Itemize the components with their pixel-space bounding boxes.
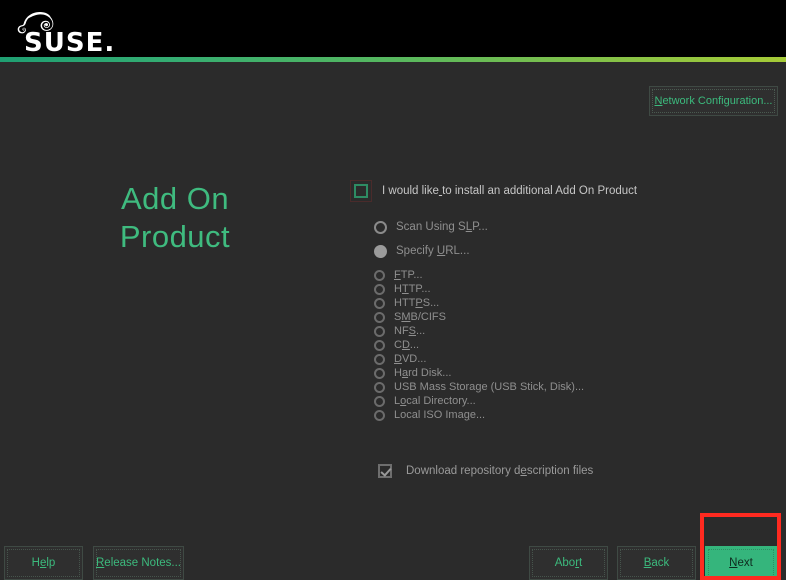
back-button[interactable]: Back [617, 546, 696, 580]
addon-product-checkbox-label: I would like to install an additional Ad… [382, 185, 637, 197]
source-radio-label: Local ISO Image... [394, 409, 485, 421]
source-radio-scan-using-slp[interactable]: Scan Using SLP... [374, 220, 714, 234]
source-radio-label: Hard Disk... [394, 367, 451, 379]
radio-ring-icon[interactable] [374, 270, 385, 281]
radio-ring-icon[interactable] [374, 382, 385, 393]
help-button-label: Help [32, 557, 56, 569]
radio-ring-icon[interactable] [374, 354, 385, 365]
network-configuration-button[interactable]: Network Configuration... [649, 86, 778, 116]
footer-button-bar: Help Release Notes... Abort Back Next [0, 544, 786, 580]
source-radio-hard-disk[interactable]: Hard Disk... [374, 366, 714, 380]
page-title-line2: Product [28, 218, 322, 256]
source-radio-local-iso-image[interactable]: Local ISO Image... [374, 408, 714, 422]
page-title: Add On Product [28, 180, 322, 256]
source-radio-label: Scan Using SLP... [396, 221, 488, 233]
download-repo-checkbox[interactable] [378, 464, 392, 478]
page-title-line1: Add On [28, 180, 322, 218]
source-radio-dvd[interactable]: DVD... [374, 352, 714, 366]
source-radio-label: NFS... [394, 325, 425, 337]
source-radio-label: Local Directory... [394, 395, 476, 407]
addon-product-checkbox-row[interactable]: I would like to install an additional Ad… [350, 180, 637, 202]
radio-filled-icon[interactable] [374, 245, 387, 258]
radio-ring-icon[interactable] [374, 410, 385, 421]
network-configuration-label: Network Configuration... [654, 95, 772, 107]
source-radio-https[interactable]: HTTPS... [374, 296, 714, 310]
release-notes-button-label: Release Notes... [96, 557, 181, 569]
suse-logo: SUSE. [10, 8, 170, 52]
radio-ring-icon[interactable] [374, 221, 387, 234]
next-button-label: Next [729, 557, 753, 569]
source-radio-label: FTP... [394, 269, 423, 281]
radio-ring-icon[interactable] [374, 312, 385, 323]
help-button[interactable]: Help [4, 546, 83, 580]
app-header: SUSE. [0, 0, 786, 57]
back-button-label: Back [644, 557, 670, 569]
source-radio-label: HTTP... [394, 283, 431, 295]
radio-ring-icon[interactable] [374, 284, 385, 295]
radio-ring-icon[interactable] [374, 396, 385, 407]
download-repo-checkbox-row[interactable]: Download repository description files [374, 460, 593, 482]
source-radio-smb-cifs[interactable]: SMB/CIFS [374, 310, 714, 324]
focus-outline [350, 180, 372, 202]
source-radio-nfs[interactable]: NFS... [374, 324, 714, 338]
source-radio-label: HTTPS... [394, 297, 439, 309]
next-button[interactable]: Next [705, 546, 777, 580]
abort-button[interactable]: Abort [529, 546, 608, 580]
source-radio-label: SMB/CIFS [394, 311, 446, 323]
source-radio-label: USB Mass Storage (USB Stick, Disk)... [394, 381, 584, 393]
release-notes-button[interactable]: Release Notes... [93, 546, 184, 580]
source-radio-ftp[interactable]: FTP... [374, 268, 714, 282]
download-repo-checkbox-label: Download repository description files [406, 465, 593, 477]
source-radio-group[interactable]: Scan Using SLP... Specify URL... FTP... HTT… [374, 220, 714, 422]
abort-button-label: Abort [555, 557, 583, 569]
source-radio-cd[interactable]: CD... [374, 338, 714, 352]
source-radio-label: Specify URL... [396, 245, 470, 257]
source-radio-usb-mass-storage-usb-stick-disk[interactable]: USB Mass Storage (USB Stick, Disk)... [374, 380, 714, 394]
main-content: Network Configuration... Add On Product … [0, 62, 786, 580]
source-radio-specify-url[interactable]: Specify URL... [374, 244, 714, 258]
source-radio-label: CD... [394, 339, 419, 351]
radio-ring-icon[interactable] [374, 340, 385, 351]
focus-outline [374, 460, 396, 482]
source-radio-http[interactable]: HTTP... [374, 282, 714, 296]
svg-text:SUSE.: SUSE. [24, 28, 115, 52]
addon-product-checkbox[interactable] [354, 184, 368, 198]
source-radio-label: DVD... [394, 353, 426, 365]
radio-ring-icon[interactable] [374, 326, 385, 337]
radio-ring-icon[interactable] [374, 298, 385, 309]
source-radio-local-directory[interactable]: Local Directory... [374, 394, 714, 408]
radio-ring-icon[interactable] [374, 368, 385, 379]
